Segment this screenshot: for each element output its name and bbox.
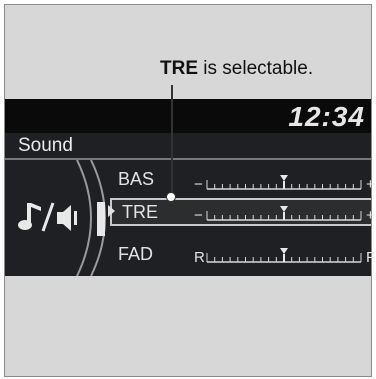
status-bar: 12:34 (5, 99, 371, 133)
callout-text: TRE is selectable. (160, 58, 313, 80)
music-speaker-icon (18, 202, 77, 232)
callout-dot (166, 192, 176, 202)
tre-selection-box[interactable] (110, 198, 371, 226)
display-screen: 12:34 Sound (5, 99, 371, 276)
row-label-bas[interactable]: BAS (118, 169, 154, 190)
clock: 12:34 (288, 101, 365, 132)
pointer-icon (108, 205, 115, 217)
callout-bold: TRE (160, 58, 198, 79)
figure: TRE is selectable. 12:34 Sound BAS TRE F… (0, 0, 376, 379)
section-title: Sound (18, 135, 73, 156)
callout-rest: is selectable. (198, 58, 314, 79)
row-label-fad[interactable]: FAD (118, 244, 153, 265)
callout-line (171, 85, 173, 197)
